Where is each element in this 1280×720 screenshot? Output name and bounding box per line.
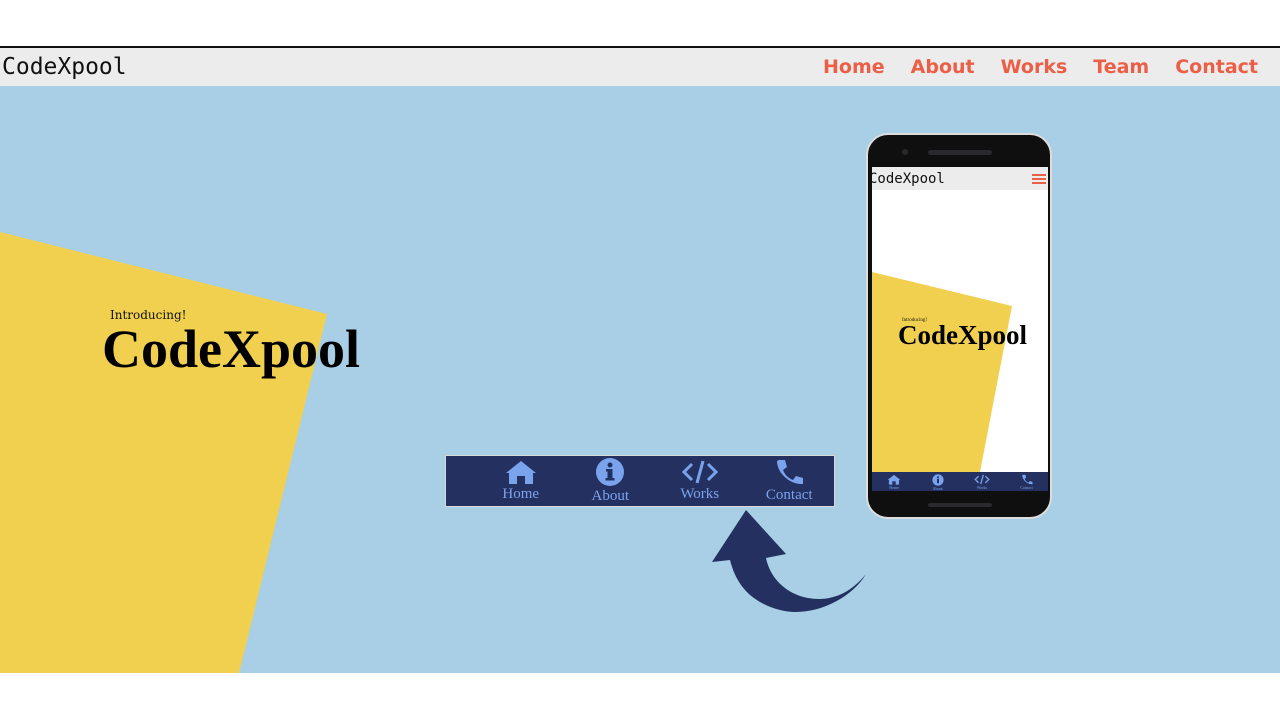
bottom-nav-contact[interactable]: Contact: [745, 456, 835, 506]
code-icon: [681, 460, 718, 484]
hamburger-menu-icon[interactable]: [1032, 172, 1046, 186]
nav-link-works[interactable]: Works: [1001, 56, 1068, 78]
hero-title: CodeXpool: [102, 319, 361, 379]
bottom-nav-about-label: About: [591, 488, 630, 504]
nav-link-team[interactable]: Team: [1093, 56, 1149, 78]
nav-link-about[interactable]: About: [911, 56, 975, 78]
info-icon: [596, 458, 625, 486]
mobile-hero: Introducing! CodeXpool: [872, 190, 1048, 472]
mobile-nav-contact-label: Contact: [1020, 485, 1033, 490]
mobile-brand[interactable]: CodeXpool: [872, 171, 945, 187]
site-brand[interactable]: CodeXpool: [0, 54, 127, 80]
phone-mockup: CodeXpool Introducing! CodeXpool Home Ab…: [866, 133, 1052, 519]
code-icon: [974, 474, 990, 485]
nav-links: Home About Works Team Contact: [823, 56, 1280, 78]
mobile-nav-about[interactable]: About: [931, 474, 944, 491]
phone-screen: CodeXpool Introducing! CodeXpool Home Ab…: [872, 167, 1048, 491]
bottom-nav-works-label: Works: [680, 486, 720, 502]
mobile-nav-contact[interactable]: Contact: [1020, 474, 1033, 490]
home-icon: [505, 461, 536, 484]
mobile-header: CodeXpool: [872, 167, 1048, 190]
mobile-nav-home-label: Home: [889, 485, 900, 490]
nav-link-contact[interactable]: Contact: [1175, 56, 1258, 78]
site-navbar: CodeXpool Home About Works Team Contact: [0, 48, 1280, 86]
bottom-nav-home-label: Home: [502, 486, 540, 502]
phone-icon: [1021, 474, 1033, 485]
mobile-nav-works[interactable]: Works: [974, 474, 990, 490]
mobile-nav-works-label: Works: [976, 485, 988, 490]
phone-home-bar: [928, 503, 992, 507]
bottom-nav-works[interactable]: Works: [655, 456, 745, 506]
home-icon: [887, 474, 901, 485]
mobile-bottom-nav: Home About Works Contact: [872, 472, 1048, 491]
phone-speaker: [928, 150, 992, 155]
bottom-nav-demo: Home About Works Contact: [445, 455, 835, 507]
page-bottom-area: [0, 673, 1280, 720]
phone-camera: [902, 149, 908, 155]
mobile-hero-title: CodeXpool: [898, 320, 1028, 350]
curved-arrow: [712, 510, 866, 612]
info-icon: [931, 474, 944, 486]
phone-icon: [777, 460, 804, 485]
hero-section: Introducing! CodeXpool Home About Works …: [0, 86, 1280, 673]
nav-link-home[interactable]: Home: [823, 56, 885, 78]
bottom-nav-home[interactable]: Home: [476, 456, 566, 506]
bottom-nav-contact-label: Contact: [765, 487, 813, 503]
mobile-nav-home[interactable]: Home: [887, 474, 901, 490]
mobile-nav-about-label: About: [932, 486, 943, 491]
bottom-nav-about[interactable]: About: [566, 456, 656, 506]
